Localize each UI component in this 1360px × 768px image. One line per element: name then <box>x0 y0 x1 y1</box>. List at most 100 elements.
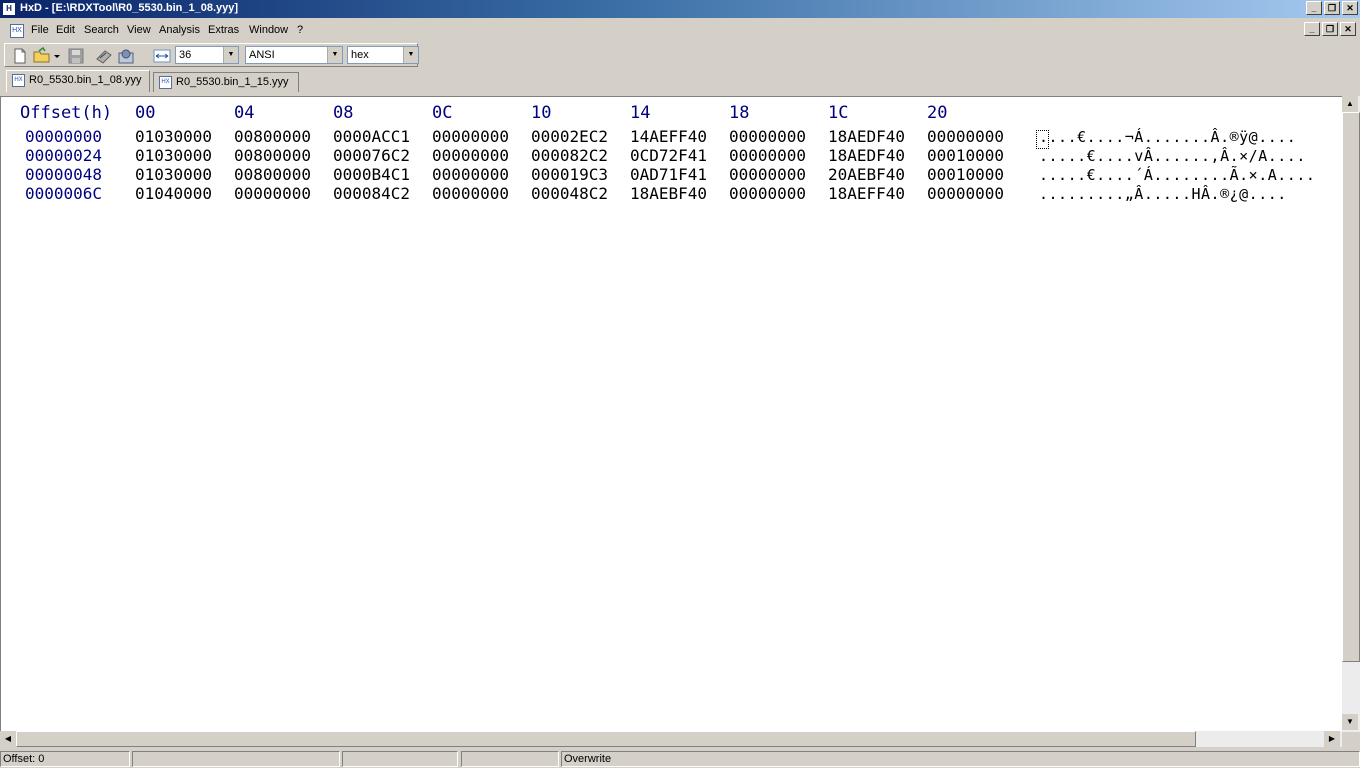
hex-cell[interactable]: 000084C2 <box>333 184 410 203</box>
charset-select[interactable]: ANSI ▼ <box>245 46 343 64</box>
hex-cell[interactable]: 18AEFF40 <box>828 184 905 203</box>
ascii-text[interactable]: .........„Â.....HÂ.®¿@.... <box>1039 185 1287 203</box>
ascii-text[interactable]: ....€....¬Á.......Â.®ÿ@.... <box>1039 128 1296 146</box>
hex-cell[interactable]: 00010000 <box>927 146 1004 165</box>
hex-cell[interactable]: 18AEBF40 <box>630 184 707 203</box>
save-icon[interactable] <box>67 47 85 65</box>
menu-help[interactable]: ? <box>297 24 303 36</box>
row-offset: 00000024 <box>25 146 103 165</box>
hex-cell[interactable]: 20AEBF40 <box>828 165 905 184</box>
document-system-icon[interactable]: HX <box>10 24 24 38</box>
column-header: 20 <box>927 103 948 123</box>
vertical-scrollbar[interactable]: ▲ ▼ <box>1342 96 1360 732</box>
scroll-down-icon[interactable]: ▼ <box>1342 714 1358 730</box>
ascii-text[interactable]: .....€....vÂ......‚Â.×/A.... <box>1039 147 1306 165</box>
hex-cell[interactable]: 18AEDF40 <box>828 127 905 146</box>
menu-file[interactable]: File <box>31 24 49 36</box>
hex-cell[interactable]: 0CD72F41 <box>630 146 707 165</box>
column-header: 14 <box>630 103 651 123</box>
hex-cell[interactable]: 00002EC2 <box>531 127 608 146</box>
ascii-text[interactable]: .....€....´Á........Ã.×.A.... <box>1039 166 1315 184</box>
tab-r0-5530-bin-1-15[interactable]: HX R0_5530.bin_1_15.yyy <box>153 72 299 92</box>
chevron-down-icon[interactable]: ▼ <box>327 47 342 63</box>
status-block <box>132 751 340 767</box>
hex-cell[interactable]: 18AEDF40 <box>828 146 905 165</box>
bytes-per-row-select[interactable]: 36 ▼ <box>175 46 239 64</box>
tab-r0-5530-bin-1-08[interactable]: HX R0_5530.bin_1_08.yyy <box>6 70 150 92</box>
scroll-right-icon[interactable]: ▶ <box>1324 731 1340 747</box>
hex-cell[interactable]: 00000000 <box>729 146 806 165</box>
hex-cell[interactable]: 00000000 <box>432 127 509 146</box>
doc-restore-button[interactable]: ❐ <box>1322 22 1338 36</box>
hex-cell[interactable]: 0AD71F41 <box>630 165 707 184</box>
hex-cell[interactable]: 00000000 <box>432 146 509 165</box>
hex-cell[interactable]: 00800000 <box>234 127 311 146</box>
hex-cell[interactable]: 00000000 <box>729 127 806 146</box>
hex-cell[interactable]: 0000ACC1 <box>333 127 410 146</box>
bytes-per-row-icon <box>153 47 171 65</box>
open-folder-icon[interactable] <box>33 46 51 65</box>
hex-editor[interactable]: Offset(h) 00 04 08 0C 10 14 18 1C 20 000… <box>0 96 1342 732</box>
tab-label: R0_5530.bin_1_15.yyy <box>176 76 289 88</box>
row-offset: 0000006C <box>25 184 103 203</box>
new-file-icon[interactable] <box>11 47 29 65</box>
hex-cell[interactable]: 00000000 <box>927 127 1004 146</box>
column-header: 00 <box>135 103 156 123</box>
hex-cell[interactable]: 000076C2 <box>333 146 410 165</box>
doc-minimize-button[interactable]: _ <box>1304 22 1320 36</box>
row-offset: 00000048 <box>25 165 103 184</box>
open-disk-icon[interactable] <box>95 47 113 65</box>
hxd-app-icon[interactable]: H <box>2 2 16 16</box>
hex-cell[interactable]: 00000000 <box>729 165 806 184</box>
row-offset: 00000000 <box>25 127 103 146</box>
hex-cell[interactable]: 000019C3 <box>531 165 608 184</box>
menu-search[interactable]: Search <box>84 24 119 36</box>
hex-cell[interactable]: 00000000 <box>432 165 509 184</box>
vertical-scroll-thumb[interactable] <box>1342 112 1360 662</box>
title-bar: H HxD - [E:\RDXTool\R0_5530.bin_1_08.yyy… <box>0 0 1360 18</box>
minimize-button[interactable]: _ <box>1306 1 1322 15</box>
horizontal-scrollbar[interactable]: ◀ ▶ <box>0 731 1342 747</box>
hex-cell[interactable]: 00000000 <box>927 184 1004 203</box>
open-ram-icon[interactable] <box>117 47 135 65</box>
hex-cell[interactable]: 00800000 <box>234 165 311 184</box>
open-dropdown-icon[interactable] <box>53 47 61 65</box>
toolbar: 36 ▼ ANSI ▼ hex ▼ <box>4 43 419 67</box>
file-icon: HX <box>12 74 25 87</box>
horizontal-scroll-thumb[interactable] <box>16 731 1196 747</box>
hex-cell[interactable]: 01030000 <box>135 127 212 146</box>
column-header: 08 <box>333 103 354 123</box>
hex-cell[interactable]: 00800000 <box>234 146 311 165</box>
scroll-left-icon[interactable]: ◀ <box>0 731 16 747</box>
hex-cell[interactable]: 00000000 <box>234 184 311 203</box>
window-title: HxD - [E:\RDXTool\R0_5530.bin_1_08.yyy] <box>20 2 239 14</box>
restore-button[interactable]: ❐ <box>1324 1 1340 15</box>
menu-view[interactable]: View <box>127 24 151 36</box>
menu-extras[interactable]: Extras <box>208 24 239 36</box>
chevron-down-icon[interactable]: ▼ <box>403 47 418 63</box>
scroll-up-icon[interactable]: ▲ <box>1342 96 1358 112</box>
menu-window[interactable]: Window <box>249 24 288 36</box>
column-header: 1C <box>828 103 849 123</box>
menu-edit[interactable]: Edit <box>56 24 75 36</box>
hex-cell[interactable]: 00000000 <box>729 184 806 203</box>
hex-cell[interactable]: 14AEFF40 <box>630 127 707 146</box>
hex-cell[interactable]: 00010000 <box>927 165 1004 184</box>
hex-cell[interactable]: 01040000 <box>135 184 212 203</box>
hex-cell[interactable]: 00000000 <box>432 184 509 203</box>
hex-cell[interactable]: 000048C2 <box>531 184 608 203</box>
menu-analysis[interactable]: Analysis <box>159 24 200 36</box>
hex-cell[interactable]: 01030000 <box>135 165 212 184</box>
chevron-down-icon[interactable]: ▼ <box>223 47 238 63</box>
status-mode: Overwrite <box>561 751 1360 767</box>
hex-cell[interactable]: 0000B4C1 <box>333 165 410 184</box>
offset-base-select[interactable]: hex ▼ <box>347 46 419 64</box>
hex-cell[interactable]: 01030000 <box>135 146 212 165</box>
status-bar: Offset: 0 Overwrite <box>0 750 1360 768</box>
offset-header: Offset(h) <box>20 103 113 123</box>
doc-close-button[interactable]: ✕ <box>1340 22 1356 36</box>
hex-cell[interactable]: 000082C2 <box>531 146 608 165</box>
charset-value: ANSI <box>249 49 275 61</box>
close-button[interactable]: ✕ <box>1342 1 1358 15</box>
column-header: 10 <box>531 103 552 123</box>
